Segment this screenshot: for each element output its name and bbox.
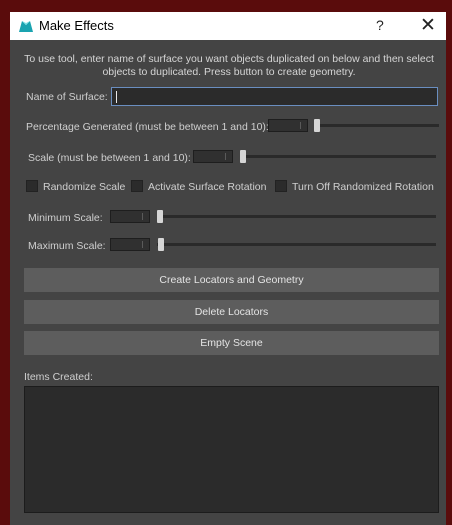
percentage-label: Percentage Generated (must be between 1 … [26,121,269,133]
scale-slider-handle[interactable] [240,150,246,163]
percentage-slider-handle[interactable] [314,119,320,132]
items-created-label: Items Created: [24,371,93,383]
surface-name-label: Name of Surface: [26,91,108,103]
percentage-slider-track[interactable] [315,124,439,127]
surface-name-input[interactable] [111,87,438,106]
minimum-scale-label: Minimum Scale: [28,212,103,224]
turn-off-rotation-checkbox[interactable] [275,180,287,192]
maximum-scale-field[interactable] [110,238,150,251]
empty-scene-button[interactable]: Empty Scene [24,331,439,355]
text-caret [116,91,117,103]
surface-rotation-checkbox[interactable] [131,180,143,192]
items-created-list[interactable] [24,386,439,513]
surface-rotation-label: Activate Surface Rotation [148,181,267,193]
maya-icon [19,21,33,32]
scale-slider-track[interactable] [240,155,436,158]
close-button[interactable]: ✕ [420,14,436,37]
maximum-scale-slider-handle[interactable] [158,238,164,251]
window-title: Make Effects [39,18,114,33]
minimum-scale-slider-track[interactable] [157,215,436,218]
percentage-field[interactable] [268,119,308,132]
instructions-text: To use tool, enter name of surface you w… [24,53,434,78]
turn-off-rotation-label: Turn Off Randomized Rotation [292,181,434,193]
maximum-scale-label: Maximum Scale: [28,240,106,252]
minimum-scale-slider-handle[interactable] [157,210,163,223]
title-bar: Make Effects ? ✕ [10,12,446,40]
delete-locators-button[interactable]: Delete Locators [24,300,439,324]
randomize-scale-checkbox[interactable] [26,180,38,192]
help-button[interactable]: ? [376,17,384,33]
maximum-scale-slider-track[interactable] [157,243,436,246]
minimum-scale-field[interactable] [110,210,150,223]
create-locators-button[interactable]: Create Locators and Geometry [24,268,439,292]
randomize-scale-label: Randomize Scale [43,181,126,193]
scale-label: Scale (must be between 1 and 10): [28,152,191,164]
scale-field[interactable] [193,150,233,163]
make-effects-window: Make Effects ? ✕ To use tool, enter name… [10,12,446,525]
